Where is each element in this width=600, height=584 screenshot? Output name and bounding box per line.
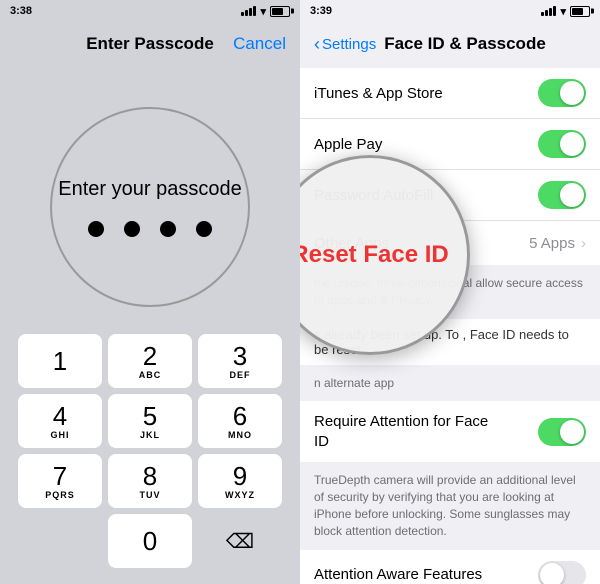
passcode-dots — [88, 221, 212, 237]
battery-icon — [270, 6, 290, 17]
wifi-icon: ▾ — [260, 5, 266, 18]
section-require-attention: Require Attention for Face ID — [300, 401, 600, 462]
row-require-attention: Require Attention for Face ID — [300, 401, 600, 462]
right-status-icons: ▾ — [541, 5, 590, 18]
left-time: 3:38 — [10, 5, 32, 17]
key-9[interactable]: 9 WXYZ — [198, 454, 282, 508]
keypad-row-3: 7 PQRS 8 TUV 9 WXYZ — [10, 454, 290, 508]
key-7[interactable]: 7 PQRS — [18, 454, 102, 508]
chevron-left-icon: ‹ — [314, 34, 320, 55]
passcode-circle: Enter your passcode — [50, 107, 250, 307]
cancel-button[interactable]: Cancel — [233, 34, 286, 54]
keypad-row-1: 1 2 ABC 3 DEF — [10, 334, 290, 388]
right-status-bar: 3:39 ▾ — [300, 0, 600, 22]
section-attention-aware: Attention Aware Features — [300, 550, 600, 584]
reset-face-id-text: Reset Face ID — [300, 241, 449, 270]
key-1[interactable]: 1 — [18, 334, 102, 388]
require-attention-desc: TrueDepth camera will provide an additio… — [300, 464, 600, 547]
itunes-toggle[interactable] — [538, 79, 586, 107]
passcode-area: Enter your passcode — [0, 66, 300, 328]
row-attention-aware: Attention Aware Features — [300, 550, 600, 584]
password-autofill-toggle[interactable] — [538, 181, 586, 209]
delete-icon: ⌫ — [226, 529, 254, 554]
attention-aware-toggle[interactable] — [538, 561, 586, 584]
keypad-row-4: 0 ⌫ — [10, 514, 290, 568]
right-time: 3:39 — [310, 5, 332, 17]
other-apps-value: 5 Apps — [529, 235, 575, 252]
left-status-icons: ▾ — [241, 5, 290, 18]
key-2[interactable]: 2 ABC — [108, 334, 192, 388]
key-0[interactable]: 0 — [108, 514, 192, 568]
dot-1 — [88, 221, 104, 237]
back-label: Settings — [322, 36, 376, 53]
dot-3 — [160, 221, 176, 237]
key-3[interactable]: 3 DEF — [198, 334, 282, 388]
passcode-prompt: Enter your passcode — [58, 178, 241, 201]
key-empty — [18, 514, 102, 568]
alternate-app-text: n alternate app — [300, 367, 600, 400]
right-battery-icon — [570, 6, 590, 17]
right-nav-bar: ‹ Settings Face ID & Passcode — [300, 22, 600, 66]
attention-aware-label: Attention Aware Features — [314, 566, 482, 583]
other-apps-right: 5 Apps › — [529, 235, 586, 252]
chevron-right-icon: › — [581, 235, 586, 252]
apple-pay-toggle[interactable] — [538, 130, 586, 158]
require-attention-label: Require Attention for Face ID — [314, 412, 494, 451]
itunes-label: iTunes & App Store — [314, 85, 443, 102]
require-attention-toggle[interactable] — [538, 418, 586, 446]
left-panel: 3:38 ▾ Enter Passcode Cancel Enter your … — [0, 0, 300, 584]
row-itunes: iTunes & App Store — [300, 68, 600, 119]
left-status-bar: 3:38 ▾ — [0, 0, 300, 22]
right-nav-title: Face ID & Passcode — [384, 34, 546, 54]
right-signal-icon — [541, 6, 556, 16]
keypad-row-2: 4 GHI 5 JKL 6 MNO — [10, 394, 290, 448]
key-4[interactable]: 4 GHI — [18, 394, 102, 448]
signal-icon — [241, 6, 256, 16]
back-button[interactable]: ‹ Settings — [314, 34, 376, 55]
dot-4 — [196, 221, 212, 237]
key-8[interactable]: 8 TUV — [108, 454, 192, 508]
right-wifi-icon: ▾ — [560, 5, 566, 18]
key-delete[interactable]: ⌫ — [198, 514, 282, 568]
apple-pay-label: Apple Pay — [314, 136, 382, 153]
keypad: 1 2 ABC 3 DEF 4 GHI 5 JKL 6 MNO — [0, 328, 300, 584]
right-panel: Reset Face ID 3:39 ▾ ‹ Settings Face ID … — [300, 0, 600, 584]
dot-2 — [124, 221, 140, 237]
key-5[interactable]: 5 JKL — [108, 394, 192, 448]
left-nav-title: Enter Passcode — [86, 34, 214, 54]
key-6[interactable]: 6 MNO — [198, 394, 282, 448]
left-nav-bar: Enter Passcode Cancel — [0, 22, 300, 66]
